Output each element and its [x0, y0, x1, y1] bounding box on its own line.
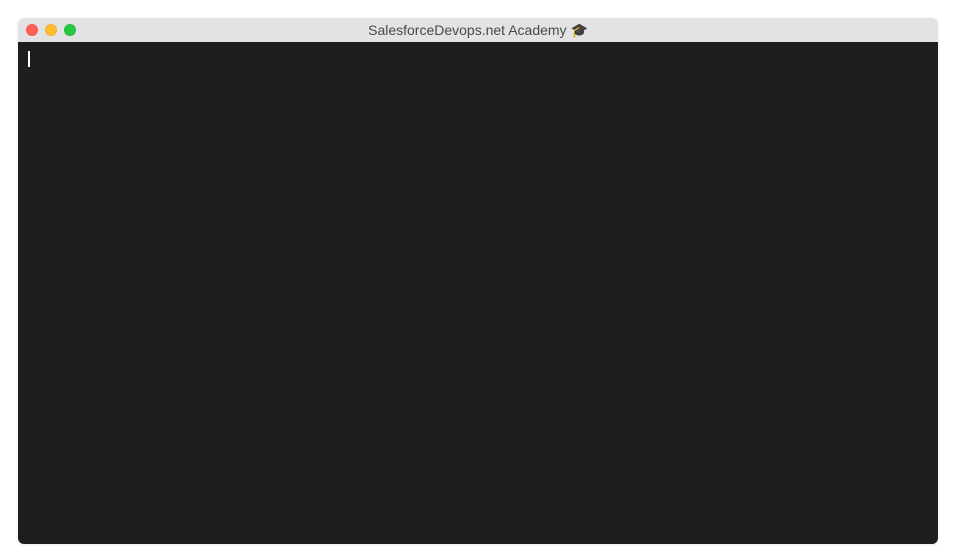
cursor	[28, 51, 30, 67]
window-title: SalesforceDevops.net Academy 🎓	[18, 22, 938, 39]
minimize-button[interactable]	[45, 24, 57, 36]
terminal-window: SalesforceDevops.net Academy 🎓	[18, 18, 938, 544]
zoom-button[interactable]	[64, 24, 76, 36]
close-button[interactable]	[26, 24, 38, 36]
terminal-body[interactable]	[18, 42, 938, 544]
titlebar[interactable]: SalesforceDevops.net Academy 🎓	[18, 18, 938, 42]
traffic-lights	[26, 24, 76, 36]
